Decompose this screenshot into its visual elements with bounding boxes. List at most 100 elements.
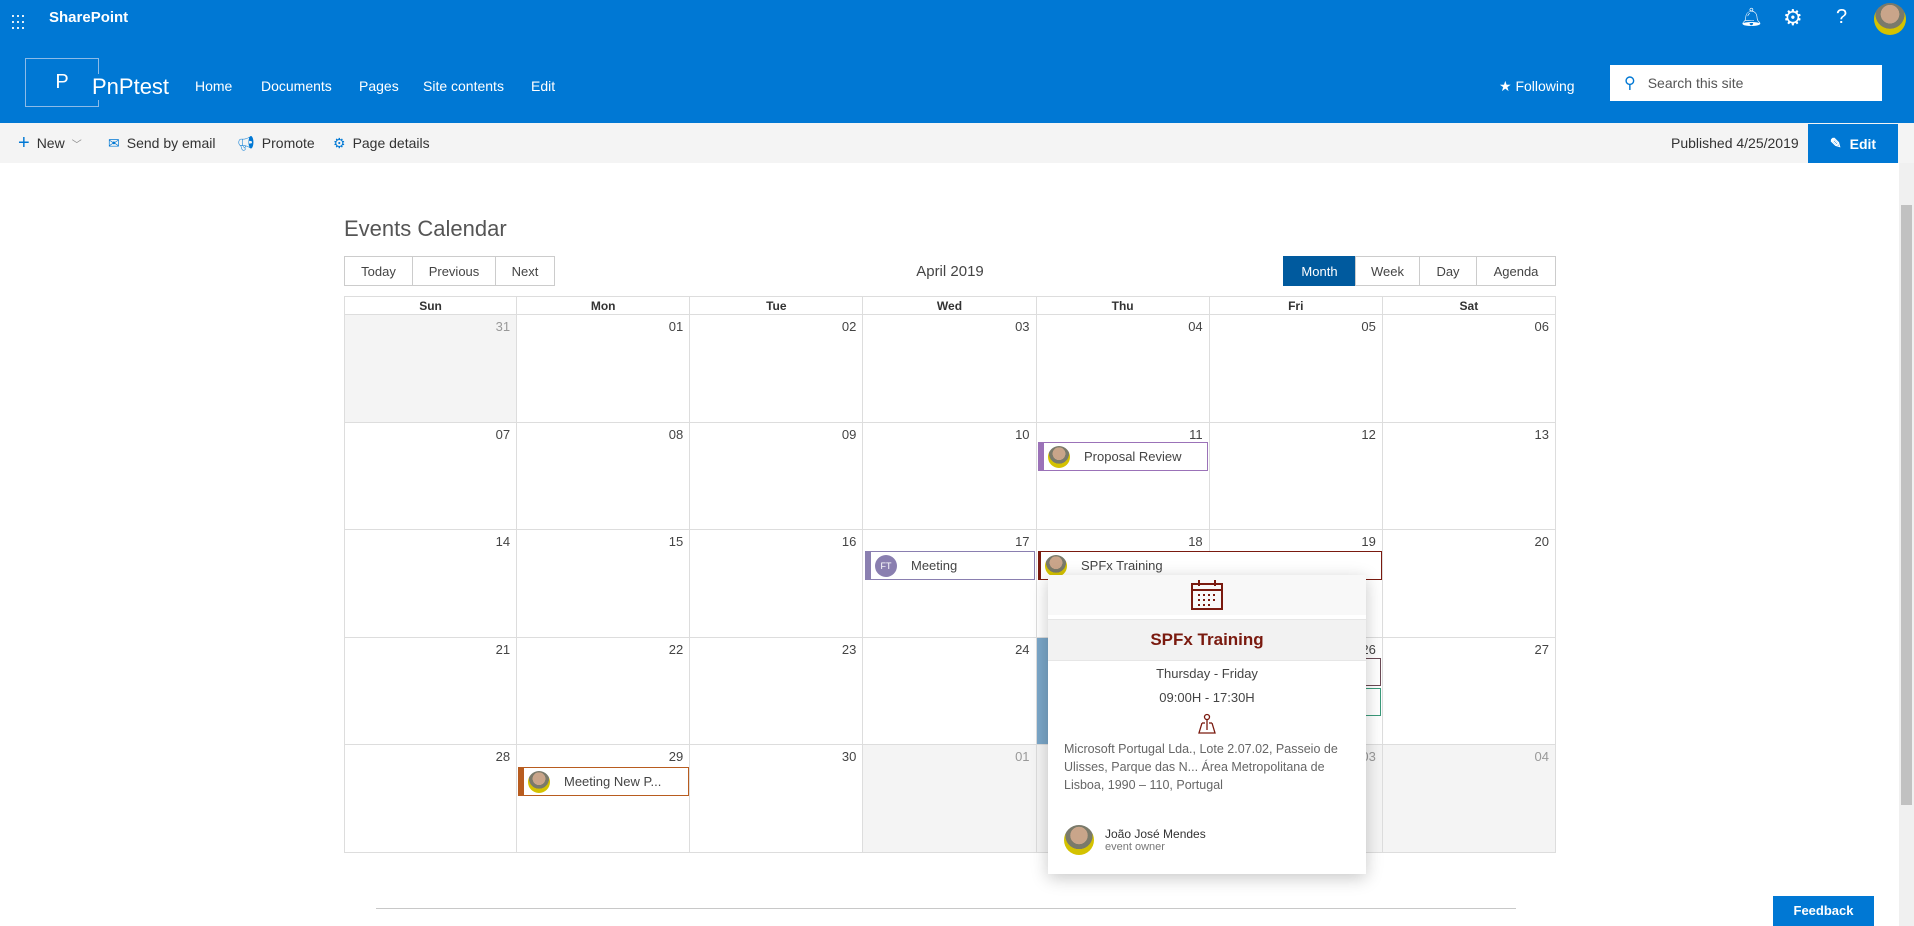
- day-cell[interactable]: 24: [863, 637, 1037, 746]
- day-number: 16: [841, 534, 857, 550]
- event-meeting[interactable]: FT Meeting: [865, 551, 1035, 580]
- day-cell[interactable]: 04: [1036, 315, 1210, 423]
- day-number: 21: [495, 641, 511, 657]
- nav-pages[interactable]: Pages: [359, 78, 399, 94]
- calendar-icon: [1191, 580, 1223, 610]
- day-cell[interactable]: 16: [690, 530, 864, 638]
- day-cell[interactable]: 22: [517, 637, 691, 746]
- next-button[interactable]: Next: [495, 256, 555, 286]
- day-number: 13: [1534, 426, 1549, 442]
- site-logo-box[interactable]: P: [25, 58, 99, 107]
- weekday-header: Sat: [1382, 296, 1556, 315]
- published-status: Published 4/25/2019: [1671, 135, 1799, 151]
- day-number: 10: [1015, 426, 1030, 442]
- day-cell[interactable]: 31: [344, 315, 518, 423]
- day-number: 31: [495, 319, 511, 334]
- gear-icon[interactable]: ⚙: [1783, 5, 1803, 31]
- day-cell[interactable]: 15: [517, 530, 691, 638]
- feedback-button[interactable]: Feedback: [1773, 896, 1874, 926]
- day-number: 06: [1534, 319, 1549, 334]
- edit-button[interactable]: ✎ Edit: [1808, 124, 1898, 163]
- day-cell[interactable]: 03: [863, 315, 1037, 423]
- day-number: 20: [1534, 534, 1549, 550]
- day-cell[interactable]: 10: [863, 422, 1037, 531]
- previous-button[interactable]: Previous: [412, 256, 496, 286]
- day-cell[interactable]: 07: [344, 422, 518, 531]
- weekday-header: Fri: [1209, 296, 1383, 315]
- day-cell[interactable]: 11: [1036, 422, 1210, 531]
- day-cell[interactable]: 20: [1382, 530, 1556, 638]
- command-bar: + New ﹀ ✉ Send by email 📢︎ Promote ⚙ Page det…: [0, 123, 1914, 163]
- day-number: 19: [1361, 534, 1376, 550]
- weekday-header: Sun: [344, 296, 518, 315]
- day-cell[interactable]: 17: [863, 530, 1037, 638]
- day-cell[interactable]: 13: [1382, 422, 1556, 531]
- day-number: 02: [841, 319, 857, 334]
- app-launcher-icon[interactable]: ··· ··· ···: [10, 6, 26, 36]
- view-week[interactable]: Week: [1355, 256, 1420, 286]
- day-cell[interactable]: 28: [344, 745, 518, 853]
- day-cell[interactable]: 30: [690, 745, 864, 853]
- day-number: 05: [1361, 319, 1376, 334]
- avatar-initials: FT: [875, 554, 897, 577]
- calendar-title: Events Calendar: [344, 216, 507, 241]
- search-box[interactable]: ⚲ Search this site: [1610, 65, 1882, 101]
- weekday-header: Wed: [863, 296, 1037, 315]
- day-cell[interactable]: 23: [690, 637, 864, 746]
- view-agenda[interactable]: Agenda: [1476, 256, 1556, 286]
- promote-button[interactable]: 📢︎ Promote: [237, 123, 315, 163]
- page-details-button[interactable]: ⚙ Page details: [333, 123, 430, 163]
- map-pin-icon: [1048, 713, 1366, 740]
- day-cell[interactable]: 29: [517, 745, 691, 853]
- day-cell[interactable]: 21: [344, 637, 518, 746]
- day-number: 30: [841, 749, 857, 765]
- day-cell[interactable]: 05: [1209, 315, 1383, 423]
- day-cell[interactable]: 27: [1382, 637, 1556, 746]
- app-name[interactable]: SharePoint: [49, 9, 128, 26]
- help-icon[interactable]: ?: [1836, 6, 1847, 29]
- nav-documents[interactable]: Documents: [261, 78, 332, 94]
- popup-location: Microsoft Portugal Lda., Lote 2.07.02, P…: [1064, 742, 1338, 792]
- day-number: 07: [495, 426, 511, 442]
- scrollbar[interactable]: [1899, 163, 1914, 926]
- star-icon: ★: [1499, 78, 1512, 94]
- mail-icon: ✉: [108, 134, 120, 151]
- day-cell[interactable]: 14: [344, 530, 518, 638]
- day-cell[interactable]: 02: [690, 315, 864, 423]
- view-day[interactable]: Day: [1419, 256, 1477, 286]
- day-cell[interactable]: 01: [863, 745, 1037, 853]
- user-avatar[interactable]: [1874, 3, 1906, 35]
- send-email-button[interactable]: ✉ Send by email: [108, 123, 215, 163]
- search-icon: ⚲: [1624, 75, 1636, 92]
- chevron-down-icon: ﹀: [71, 139, 82, 151]
- day-number: 11: [1189, 426, 1203, 442]
- site-title[interactable]: PnPtest: [92, 74, 174, 100]
- event-meeting-new[interactable]: Meeting New P...: [518, 767, 689, 796]
- event-proposal-review[interactable]: Proposal Review: [1038, 442, 1208, 471]
- nav-site-contents[interactable]: Site contents: [423, 78, 504, 94]
- day-cell[interactable]: 06: [1382, 315, 1556, 423]
- day-number: 08: [668, 426, 684, 442]
- day-cell[interactable]: 08: [517, 422, 691, 531]
- view-month[interactable]: Month: [1283, 256, 1356, 286]
- bell-icon[interactable]: 🔔︎: [1740, 7, 1763, 28]
- month-label: April 2019: [916, 263, 984, 280]
- day-number: 01: [1015, 749, 1030, 765]
- owner-avatar: [1064, 825, 1094, 855]
- day-number: 18: [1188, 534, 1203, 550]
- day-number: 22: [668, 641, 684, 657]
- day-cell[interactable]: 12: [1209, 422, 1383, 531]
- popup-days: Thursday - Friday: [1156, 666, 1258, 681]
- follow-button[interactable]: ★ Following: [1499, 78, 1575, 95]
- day-number: 29: [668, 749, 684, 765]
- day-cell[interactable]: 09: [690, 422, 864, 531]
- day-number: 03: [1015, 319, 1030, 334]
- today-button[interactable]: Today: [344, 256, 413, 286]
- nav-home[interactable]: Home: [195, 78, 232, 94]
- event-popup: SPFx Training Thursday - Friday 09:00H -…: [1048, 575, 1366, 874]
- day-cell[interactable]: 01: [517, 315, 691, 423]
- day-cell[interactable]: 04: [1382, 745, 1556, 853]
- nav-edit[interactable]: Edit: [531, 78, 555, 94]
- new-button[interactable]: + New ﹀: [18, 123, 82, 163]
- megaphone-icon: 📢︎: [237, 134, 255, 151]
